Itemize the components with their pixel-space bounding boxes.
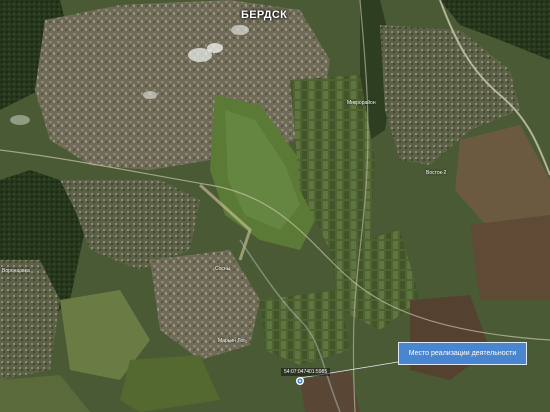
location-pin-icon[interactable] bbox=[295, 376, 305, 386]
cadastral-number-label: 54:07:047401:5985 bbox=[281, 368, 331, 376]
place-label: Воронцовка bbox=[2, 268, 30, 274]
place-label: Марьин Лог bbox=[218, 338, 246, 344]
activity-location-callout: Место реализации деятельности bbox=[398, 342, 527, 365]
satellite-map[interactable]: БЕРДСК Микрорайон Восток-2 Воронцовка Со… bbox=[0, 0, 550, 412]
place-label: Восток-2 bbox=[426, 170, 447, 176]
place-label: Сосны bbox=[215, 266, 231, 272]
place-label: Микрорайон bbox=[347, 100, 376, 106]
city-label-berdsk: БЕРДСК bbox=[241, 9, 288, 21]
